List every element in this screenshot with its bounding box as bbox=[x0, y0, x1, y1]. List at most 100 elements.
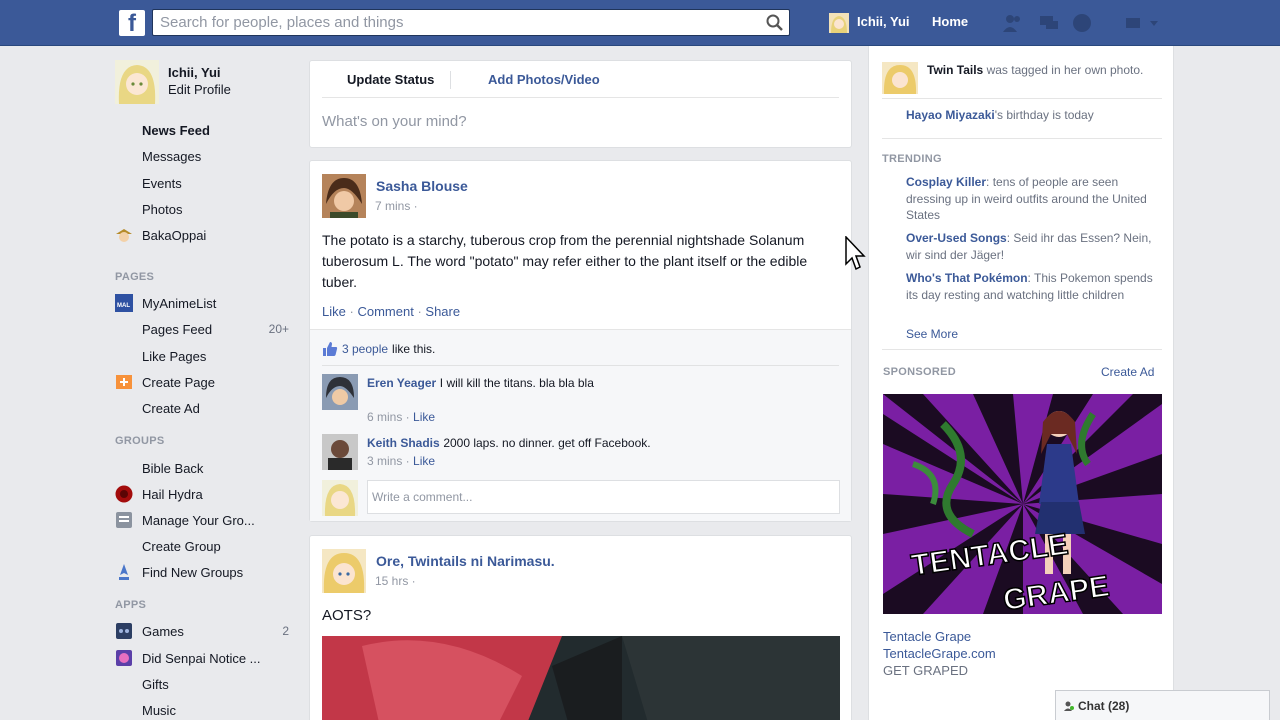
sidebar-item-games[interactable]: Games 2 bbox=[115, 620, 295, 642]
trending-item[interactable]: Over-Used Songs: Seid ihr das Essen? Nei… bbox=[906, 230, 1156, 263]
sidebar-item-find-new-groups[interactable]: Find New Groups bbox=[115, 561, 295, 583]
like-pages-icon bbox=[115, 347, 133, 365]
manage-groups-icon bbox=[116, 512, 132, 528]
pages-feed-icon bbox=[115, 320, 133, 338]
status-composer: Update Status Add Photos/Video What's on… bbox=[309, 60, 852, 148]
birthday-notice[interactable]: Hayao Miyazaki's birthday is today bbox=[906, 107, 1162, 124]
app-icon bbox=[116, 650, 132, 666]
apps-heading: APPS bbox=[115, 599, 147, 611]
create-ad-link[interactable]: Create Ad bbox=[1101, 364, 1154, 381]
search-box bbox=[152, 9, 790, 36]
likes-divider bbox=[322, 365, 839, 366]
sidebar-item-gifts[interactable]: Gifts bbox=[115, 673, 295, 695]
sidebar-item-music[interactable]: Music bbox=[115, 699, 295, 720]
post-timestamp[interactable]: 7 mins · bbox=[375, 199, 418, 213]
search-input[interactable] bbox=[153, 10, 753, 35]
share-button[interactable]: Share bbox=[425, 304, 460, 319]
sidebar-item-events[interactable]: Events bbox=[115, 172, 295, 194]
group-icon bbox=[115, 459, 133, 477]
pages-feed-count: 20+ bbox=[268, 322, 289, 336]
post-text: The potato is a starchy, tuberous crop f… bbox=[322, 232, 808, 290]
edit-profile-link[interactable]: Edit Profile bbox=[168, 82, 231, 97]
photos-icon bbox=[115, 200, 133, 218]
ad-title[interactable]: Tentacle Grape bbox=[883, 629, 971, 646]
user-avatar[interactable] bbox=[829, 13, 849, 33]
see-more-link[interactable]: See More bbox=[906, 326, 958, 343]
sidebar-item-messages[interactable]: Messages bbox=[115, 145, 295, 167]
mal-icon: MAL bbox=[115, 294, 133, 312]
comment-button[interactable]: Comment bbox=[357, 304, 413, 319]
ticker-story[interactable]: Twin Tails was tagged in her own photo. bbox=[927, 62, 1162, 79]
author-avatar[interactable] bbox=[322, 174, 366, 218]
ticker-avatar[interactable] bbox=[882, 62, 918, 94]
comment-avatar[interactable] bbox=[322, 374, 358, 410]
profile-avatar[interactable] bbox=[115, 60, 159, 104]
profile-name[interactable]: Ichii, Yui bbox=[168, 65, 221, 80]
comment-like-button[interactable]: Like bbox=[413, 454, 435, 468]
sidebar-item-pages-feed[interactable]: Pages Feed 20+ bbox=[115, 318, 295, 340]
comment-like-button[interactable]: Like bbox=[413, 410, 435, 424]
comment-author[interactable]: Eren Yeager bbox=[367, 376, 436, 390]
post-actions: Like · Comment · Share bbox=[322, 304, 461, 319]
trending-item[interactable]: Who's That Pokémon: This Pokemon spends … bbox=[906, 270, 1156, 303]
topbar-user-name[interactable]: Ichii, Yui bbox=[857, 14, 910, 29]
sidebar-item-manage-groups[interactable]: Manage Your Gro... bbox=[115, 509, 295, 531]
likes-count-link[interactable]: 3 people bbox=[342, 342, 388, 356]
sidebar-item-myanimelist[interactable]: MAL MyAnimeList bbox=[115, 292, 295, 314]
tab-add-photos[interactable]: Add Photos/Video bbox=[488, 72, 600, 87]
post-image[interactable] bbox=[322, 636, 840, 720]
ad-image[interactable]: TENTACLE GRAPE bbox=[883, 394, 1162, 614]
search-icon[interactable] bbox=[765, 13, 785, 33]
status-input[interactable]: What's on your mind? bbox=[322, 113, 467, 130]
sidebar-item-create-group[interactable]: Create Group bbox=[115, 535, 295, 557]
groups-heading: GROUPS bbox=[115, 435, 165, 447]
home-link[interactable]: Home bbox=[932, 14, 968, 29]
settings-icon[interactable] bbox=[1124, 12, 1160, 34]
messages-icon bbox=[115, 147, 133, 165]
sidebar-item-create-page[interactable]: Create Page bbox=[115, 371, 295, 393]
notifications-icon[interactable] bbox=[1071, 12, 1093, 34]
ad-url[interactable]: TentacleGrape.com bbox=[883, 646, 996, 663]
gifts-icon bbox=[115, 675, 133, 693]
composer-divider bbox=[450, 71, 451, 89]
comment-text: I will kill the titans. bla bla bla bbox=[439, 376, 594, 390]
feed-post: Sasha Blouse 7 mins · The potato is a st… bbox=[309, 160, 852, 522]
comment: Keith Shadis 2000 laps. no dinner. get o… bbox=[367, 435, 651, 450]
comment-author[interactable]: Keith Shadis bbox=[367, 436, 440, 450]
comment-avatar[interactable] bbox=[322, 434, 358, 470]
create-page-icon bbox=[116, 375, 132, 389]
comments-section: 3 people like this. Eren Yeager I will k… bbox=[310, 329, 851, 521]
comment-input[interactable]: Write a comment... bbox=[367, 480, 840, 514]
sidebar-item-hail-hydra[interactable]: Hail Hydra bbox=[115, 483, 295, 505]
author-avatar[interactable] bbox=[322, 549, 366, 593]
sidebar-item-did-senpai-notice[interactable]: Did Senpai Notice ... bbox=[115, 647, 295, 669]
chat-bar[interactable]: Chat (28) bbox=[1055, 690, 1270, 720]
likes-summary: 3 people like this. bbox=[322, 341, 435, 357]
top-bar: f Ichii, Yui Home bbox=[0, 0, 1280, 46]
sidebar-item-create-ad[interactable]: Create Ad bbox=[115, 397, 295, 419]
mouse-cursor-icon bbox=[845, 236, 866, 271]
sidebar-item-bible-back[interactable]: Bible Back bbox=[115, 457, 295, 479]
post-author[interactable]: Ore, Twintails ni Narimasu. bbox=[376, 553, 555, 569]
messages-icon[interactable] bbox=[1038, 12, 1060, 34]
ticker-divider bbox=[882, 98, 1162, 99]
facebook-logo[interactable]: f bbox=[119, 10, 145, 36]
like-button[interactable]: Like bbox=[322, 304, 346, 319]
sidebar-item-like-pages[interactable]: Like Pages bbox=[115, 345, 295, 367]
birthday-divider bbox=[882, 138, 1162, 139]
trending-item[interactable]: Cosplay Killer: tens of people are seen … bbox=[906, 174, 1156, 224]
sidebar-item-photos[interactable]: Photos bbox=[115, 198, 295, 220]
find-groups-icon bbox=[119, 564, 129, 580]
chat-online-icon bbox=[1064, 701, 1074, 711]
friends-icon[interactable] bbox=[1002, 12, 1024, 34]
post-timestamp[interactable]: 15 hrs · bbox=[375, 574, 416, 588]
post-author[interactable]: Sasha Blouse bbox=[376, 178, 468, 194]
comment-meta: 3 mins · Like bbox=[367, 454, 436, 468]
feed-post: Ore, Twintails ni Narimasu. 15 hrs · AOT… bbox=[309, 535, 852, 720]
pages-heading: PAGES bbox=[115, 271, 155, 283]
tab-update-status[interactable]: Update Status bbox=[347, 72, 434, 87]
comment-text: 2000 laps. no dinner. get off Facebook. bbox=[443, 436, 651, 450]
sidebar-item-news-feed[interactable]: News Feed bbox=[115, 119, 295, 141]
post-text: AOTS? bbox=[322, 607, 372, 624]
sidebar-item-bakaoppai[interactable]: BakaOppai bbox=[115, 224, 295, 246]
